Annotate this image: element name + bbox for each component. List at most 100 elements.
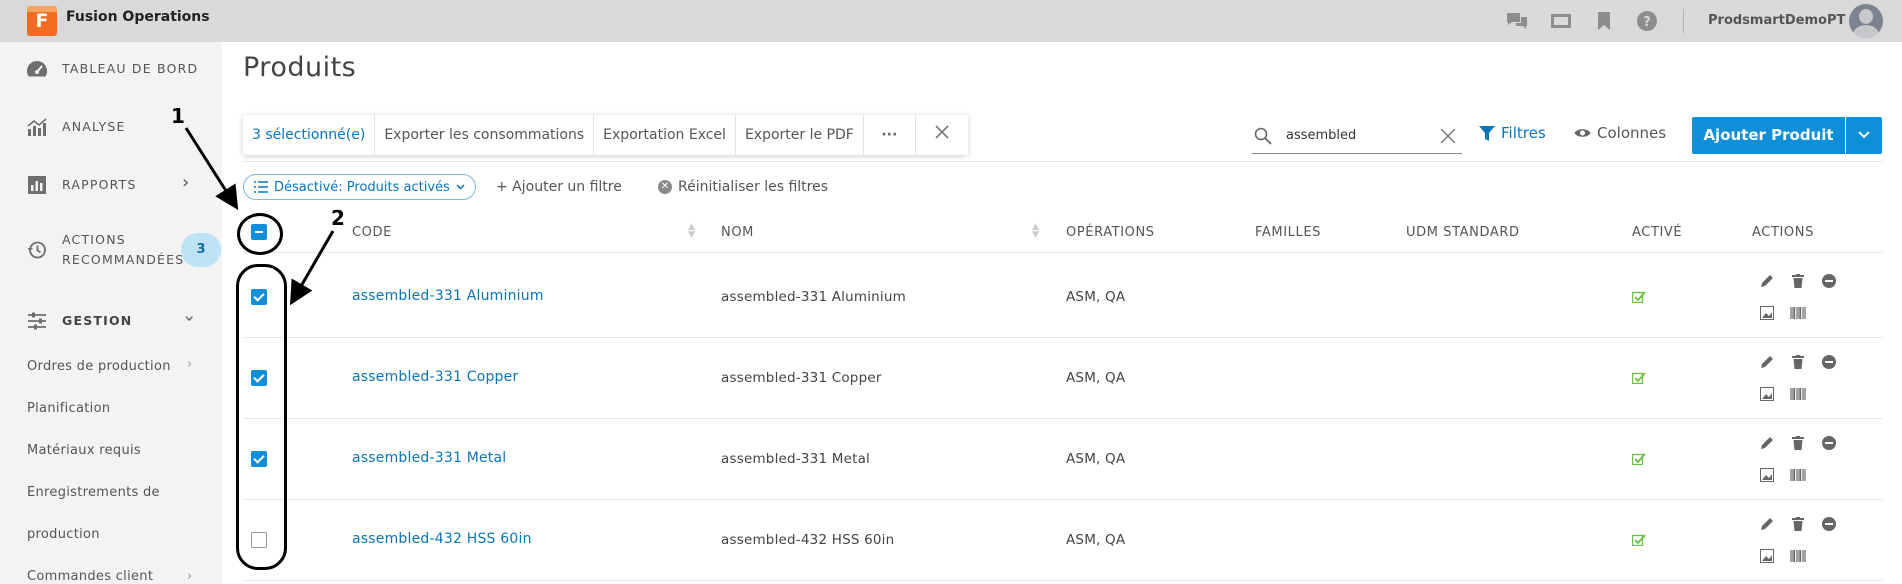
search-input[interactable]: assembled — [1286, 128, 1356, 143]
barcode-icon[interactable] — [1790, 305, 1806, 321]
selected-count[interactable]: 3 sélectionné(e) — [243, 115, 376, 155]
image-icon[interactable] — [1759, 548, 1775, 564]
row-divider — [243, 418, 1883, 419]
screen-icon[interactable] — [1549, 10, 1573, 32]
sidebar-subitem-customer-orders[interactable]: Commandes client — [27, 569, 153, 584]
more-actions-button[interactable]: ··· — [864, 115, 916, 155]
analytics-icon — [26, 116, 48, 138]
delete-icon[interactable] — [1790, 354, 1806, 370]
svg-text:?: ? — [1643, 15, 1651, 30]
deactivate-icon[interactable] — [1821, 435, 1837, 451]
edit-icon[interactable] — [1759, 354, 1775, 370]
barcode-icon[interactable] — [1790, 386, 1806, 402]
bookmark-icon[interactable] — [1592, 10, 1616, 32]
columns-label: Colonnes — [1597, 124, 1667, 142]
edit-icon[interactable] — [1759, 516, 1775, 532]
column-header-code[interactable]: CODE — [352, 225, 392, 240]
row-divider — [243, 580, 1883, 581]
product-code-link[interactable]: assembled-432 HSS 60in — [352, 531, 532, 547]
product-code-link[interactable]: assembled-331 Copper — [352, 369, 518, 385]
sidebar-item-management[interactable]: GESTION › — [0, 308, 222, 334]
annotation-label-2: 2 — [331, 206, 345, 230]
sidebar-subitem-production-records[interactable]: Enregistrements de — [27, 485, 160, 500]
avatar[interactable] — [1849, 4, 1883, 38]
reports-icon — [26, 174, 48, 196]
search-field[interactable]: assembled — [1252, 118, 1462, 154]
column-header-name[interactable]: NOM — [721, 225, 754, 240]
sidebar-subitem-planning[interactable]: Planification — [27, 401, 110, 416]
clear-circle-icon: ✕ — [658, 180, 672, 194]
product-operations: ASM, QA — [1066, 289, 1126, 305]
add-filter-button[interactable]: + Ajouter un filtre — [496, 179, 622, 195]
column-header-operations[interactable]: OPÉRATIONS — [1066, 225, 1155, 240]
sidebar-subitem-production-records-line2[interactable]: production — [27, 527, 100, 542]
deactivate-icon[interactable] — [1821, 516, 1837, 532]
filter-chip-label: Désactivé: Produits activés — [274, 179, 450, 195]
add-product-dropdown[interactable] — [1846, 117, 1882, 154]
export-excel-button[interactable]: Exportation Excel — [594, 115, 736, 155]
chevron-right-icon: › — [182, 172, 190, 193]
bulk-actions-bar: 3 sélectionné(e) Exporter les consommati… — [243, 115, 968, 155]
reset-filters-button[interactable]: ✕ Réinitialiser les filtres — [658, 179, 828, 195]
sidebar-item-recommended-actions[interactable]: ACTIONS RECOMMANDÉES 3 — [0, 228, 222, 272]
clear-search-icon[interactable] — [1440, 125, 1456, 149]
reset-filters-label: Réinitialiser les filtres — [678, 179, 829, 195]
delete-icon[interactable] — [1790, 273, 1806, 289]
image-icon[interactable] — [1759, 467, 1775, 483]
sidebar-item-label-line2: RECOMMANDÉES — [62, 252, 185, 267]
close-selection-button[interactable] — [916, 115, 968, 155]
image-icon[interactable] — [1759, 305, 1775, 321]
sidebar-item-dashboard[interactable]: TABLEAU DE BORD — [0, 56, 222, 82]
column-header-families[interactable]: FAMILLES — [1255, 225, 1321, 240]
app-logo[interactable]: F — [27, 6, 57, 36]
sidebar-item-label: ANALYSE — [62, 119, 126, 134]
annotation-arrow-2 — [289, 230, 335, 306]
active-check-icon — [1632, 291, 1646, 303]
deactivate-icon[interactable] — [1821, 354, 1837, 370]
help-icon[interactable]: ? — [1635, 10, 1659, 32]
chevron-right-icon: › — [187, 569, 193, 584]
row-divider — [243, 499, 1883, 500]
sidebar-item-analysis[interactable]: ANALYSE — [0, 114, 222, 140]
close-icon — [935, 125, 949, 139]
chevron-right-icon: › — [187, 357, 193, 372]
sidebar-subitem-required-materials[interactable]: Matériaux requis — [27, 443, 141, 458]
sidebar: TABLEAU DE BORD ANALYSE RAPPORTS › ACTIO… — [0, 42, 222, 584]
columns-button[interactable]: Colonnes — [1574, 124, 1666, 142]
export-consumptions-button[interactable]: Exporter les consommations — [375, 115, 595, 155]
chevron-down-icon — [1858, 131, 1870, 139]
sidebar-item-label: TABLEAU DE BORD — [62, 61, 199, 76]
filters-button[interactable]: Filtres — [1479, 124, 1546, 142]
sidebar-item-label: GESTION — [62, 313, 133, 328]
add-product-button[interactable]: Ajouter Produit — [1692, 117, 1845, 154]
product-name: assembled-432 HSS 60in — [721, 532, 895, 548]
history-icon — [26, 239, 48, 261]
column-header-actions: ACTIONS — [1752, 225, 1814, 240]
sidebar-subitem-production-orders[interactable]: Ordres de production — [27, 359, 171, 374]
barcode-icon[interactable] — [1790, 467, 1806, 483]
count-badge: 3 — [181, 233, 221, 267]
image-icon[interactable] — [1759, 386, 1775, 402]
edit-icon[interactable] — [1759, 273, 1775, 289]
column-header-uom[interactable]: UDM STANDARD — [1406, 225, 1520, 240]
product-code-link[interactable]: assembled-331 Metal — [352, 450, 506, 466]
product-operations: ASM, QA — [1066, 370, 1126, 386]
chat-icon[interactable] — [1505, 10, 1529, 32]
user-name[interactable]: ProdsmartDemoPT — [1708, 13, 1845, 28]
delete-icon[interactable] — [1790, 516, 1806, 532]
active-filter-chip[interactable]: Désactivé: Produits activés — [243, 174, 476, 200]
product-name: assembled-331 Copper — [721, 370, 882, 386]
deactivate-icon[interactable] — [1821, 273, 1837, 289]
edit-icon[interactable] — [1759, 435, 1775, 451]
sidebar-item-reports[interactable]: RAPPORTS › — [0, 172, 222, 198]
delete-icon[interactable] — [1790, 435, 1806, 451]
sort-icon[interactable]: ▲ ▼ — [1032, 223, 1039, 240]
column-header-active[interactable]: ACTIVÉ — [1632, 225, 1682, 240]
product-operations: ASM, QA — [1066, 532, 1126, 548]
export-pdf-button[interactable]: Exporter le PDF — [736, 115, 864, 155]
top-separator — [1683, 9, 1684, 33]
product-code-link[interactable]: assembled-331 Aluminium — [352, 288, 544, 304]
active-check-icon — [1632, 372, 1646, 384]
sort-icon[interactable]: ▲ ▼ — [688, 223, 695, 240]
barcode-icon[interactable] — [1790, 548, 1806, 564]
